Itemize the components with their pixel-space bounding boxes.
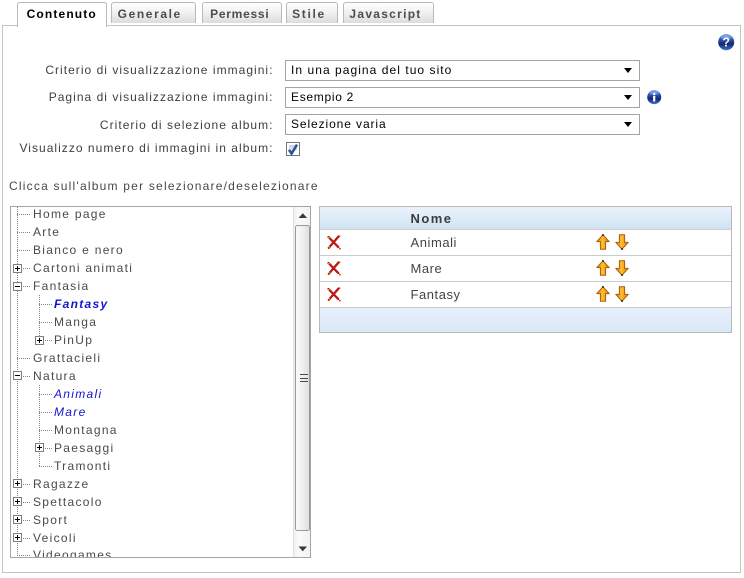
svg-text:?: ? — [722, 36, 730, 50]
